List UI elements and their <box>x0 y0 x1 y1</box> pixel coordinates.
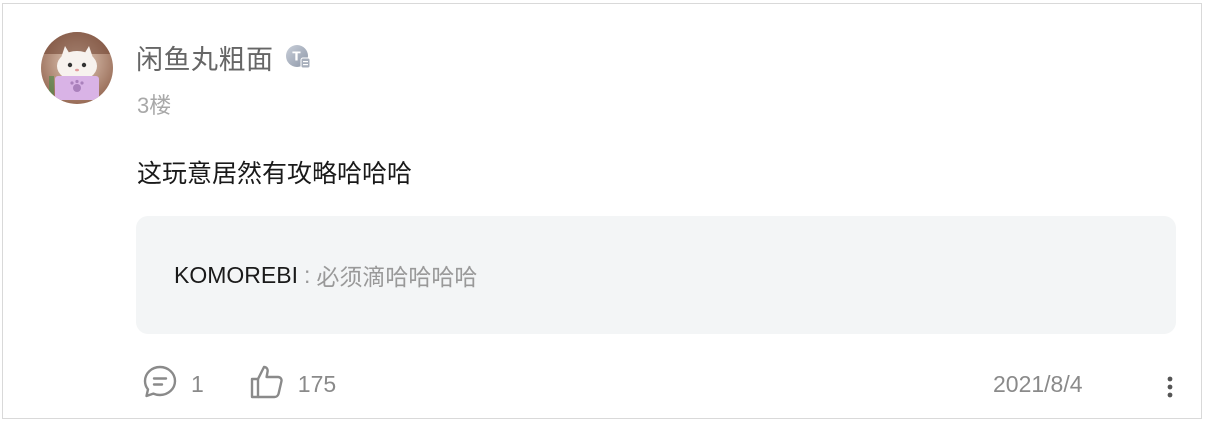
post-date: 2021/8/4 <box>993 371 1083 397</box>
level-badge-icon: T <box>284 43 312 71</box>
like-button[interactable]: 175 <box>248 363 336 406</box>
reply-preview[interactable]: KOMOREBI : 必须滴哈哈哈哈 <box>136 216 1176 334</box>
reply-separator: : <box>303 261 311 288</box>
avatar[interactable] <box>41 32 113 104</box>
action-bar: 1 175 <box>141 364 336 404</box>
reply-line: KOMOREBI : 必须滴哈哈哈哈 <box>174 258 477 292</box>
comment-button[interactable]: 1 <box>141 363 204 406</box>
more-vertical-icon[interactable] <box>1161 372 1179 402</box>
thumbs-up-icon <box>248 363 286 406</box>
comment-icon <box>141 363 179 406</box>
like-count: 175 <box>297 370 337 397</box>
reply-text: 必须滴哈哈哈哈 <box>316 264 478 290</box>
comment-card: 闲鱼丸粗面 T 3楼 这玩意居然有攻略哈哈哈 KOMOREBI : 必须滴哈哈哈… <box>2 3 1202 419</box>
author-name[interactable]: 闲鱼丸粗面 <box>136 38 274 77</box>
avatar-cat-image <box>41 32 113 104</box>
comment-count: 1 <box>191 370 204 397</box>
comment-content: 这玩意居然有攻略哈哈哈 <box>137 160 413 188</box>
floor-number: 3楼 <box>137 93 172 118</box>
svg-text:T: T <box>292 50 301 64</box>
author-row: 闲鱼丸粗面 T <box>136 37 312 77</box>
reply-author[interactable]: KOMOREBI <box>174 262 298 289</box>
